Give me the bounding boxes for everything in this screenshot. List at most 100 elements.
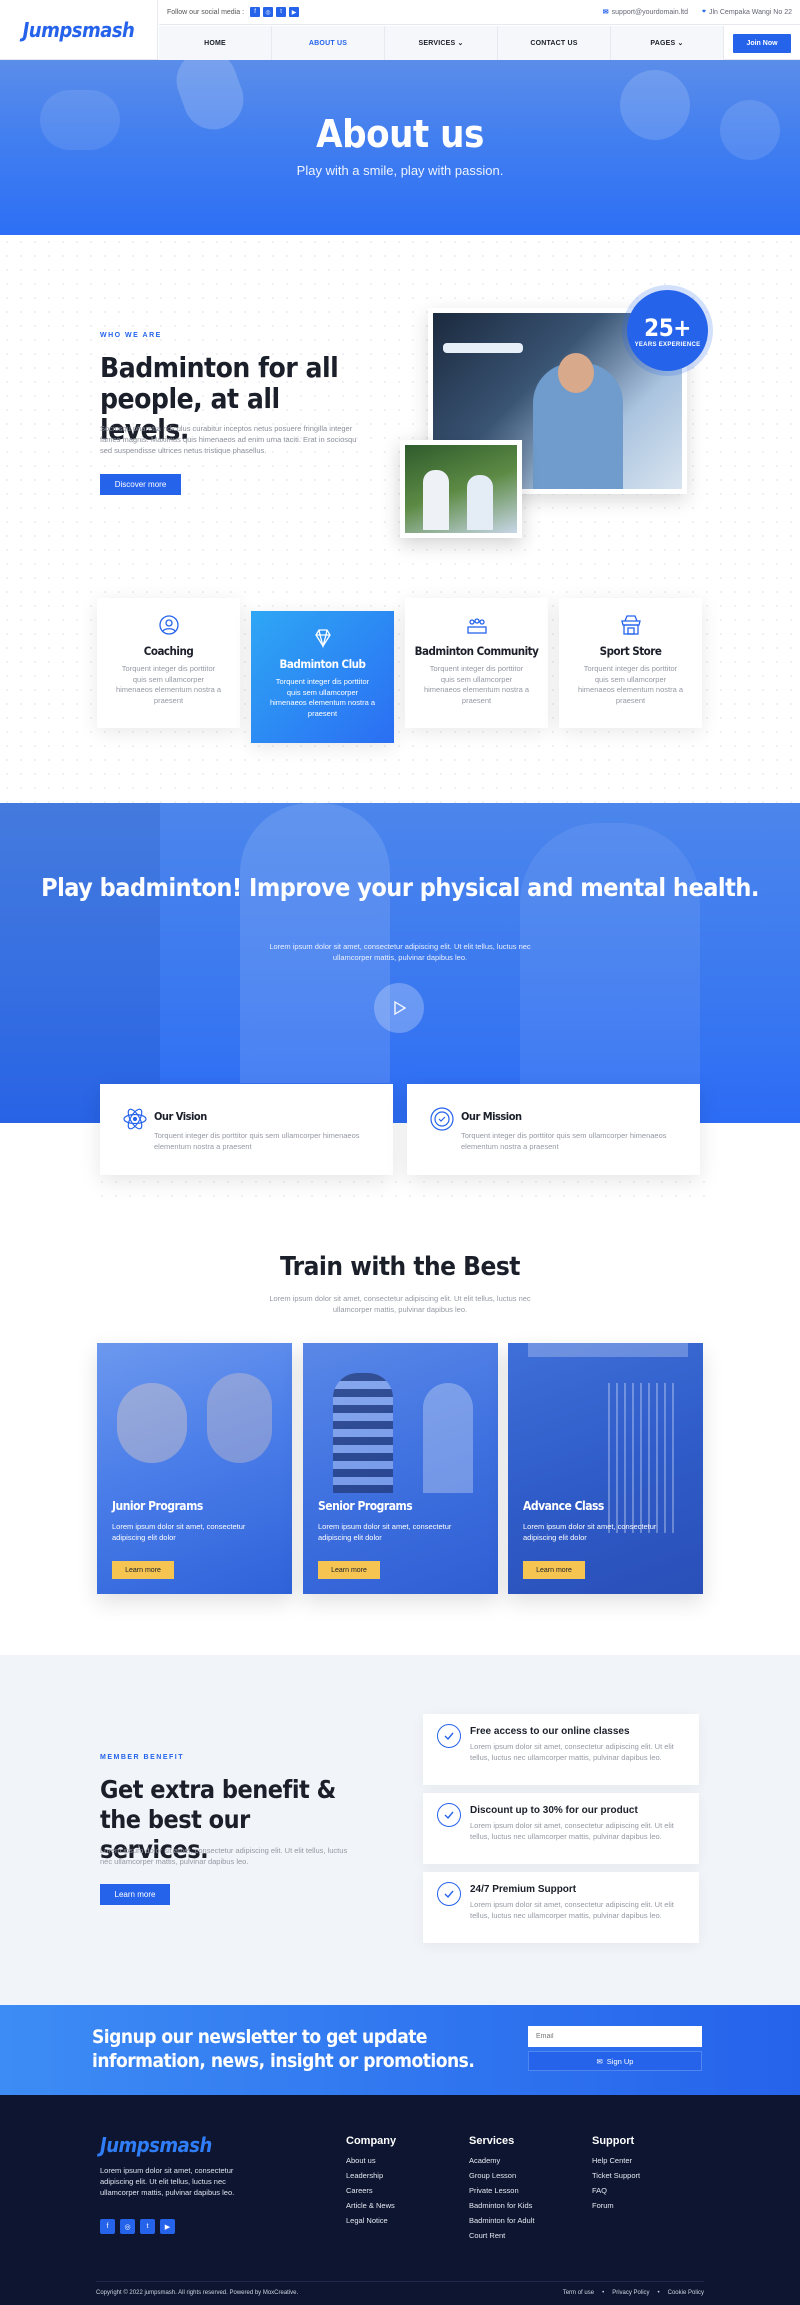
footer-link[interactable]: Help Center (592, 2156, 640, 2165)
footer-link[interactable]: Academy (469, 2156, 534, 2165)
feature-card-coaching[interactable]: Coaching Torquent integer dis porttitor … (97, 598, 240, 728)
column-title: Services (469, 2135, 515, 2147)
footer-link[interactable]: Leadership (346, 2171, 396, 2180)
program-text: Lorem ipsum dolor sit amet, consectetur … (318, 1522, 452, 1542)
video-text: Lorem ipsum dolor sit amet, consectetur … (269, 942, 531, 962)
map-pin-icon: ⌖ (702, 8, 706, 15)
program-card-senior[interactable]: Senior Programs Lorem ipsum dolor sit am… (303, 1343, 498, 1594)
benefit-title: Discount up to 30% for our product (470, 1805, 638, 1816)
site-header: Jumpsmash Follow our social media : f ◎ … (0, 0, 800, 60)
check-icon (437, 1882, 461, 1906)
envelope-icon: ✉ (596, 2056, 603, 2066)
footer-description: Lorem ipsum dolor sit amet, consectetur … (100, 2166, 235, 2197)
dotted-background (95, 1175, 705, 1205)
about-photo-small (400, 440, 522, 538)
youtube-icon[interactable]: ▶ (289, 7, 300, 17)
newsletter-section: Signup our newsletter to get update info… (0, 2005, 800, 2095)
play-button[interactable] (374, 983, 424, 1033)
privacy-policy-link[interactable]: Privacy Policy (612, 2290, 649, 2296)
learn-more-button[interactable]: Learn more (100, 1884, 170, 1905)
feature-card-club[interactable]: Badminton Club Torquent integer dis port… (251, 611, 394, 743)
footer-bottom-bar: Copyright © 2022 jumpsmash. All rights r… (96, 2281, 704, 2296)
footer-link[interactable]: Forum (592, 2201, 640, 2210)
benefit-item: Free access to our online classes Lorem … (423, 1714, 699, 1785)
diamond-icon (310, 625, 336, 651)
footer-link[interactable]: About us (346, 2156, 396, 2165)
footer-link[interactable]: Legal Notice (346, 2216, 396, 2225)
community-icon (464, 612, 490, 638)
nav-about-us[interactable]: ABOUT US (272, 26, 385, 60)
footer-link[interactable]: Badminton for Kids (469, 2201, 534, 2210)
program-card-advance[interactable]: Advance Class Lorem ipsum dolor sit amet… (508, 1343, 703, 1594)
twitter-icon[interactable]: t (140, 2219, 155, 2234)
instagram-icon[interactable]: ◎ (120, 2219, 135, 2234)
main-nav: HOME ABOUT US SERVICES ⌄ CONTACT US PAGE… (159, 26, 800, 60)
youtube-icon[interactable]: ▶ (160, 2219, 175, 2234)
learn-more-button[interactable]: Learn more (318, 1561, 380, 1579)
nav-services[interactable]: SERVICES ⌄ (385, 26, 498, 60)
facebook-icon[interactable]: f (100, 2219, 115, 2234)
footer-link[interactable]: Private Lesson (469, 2186, 534, 2195)
footer-services-column: Services Academy Group Lesson Private Le… (469, 2135, 534, 2246)
nav-services-label: SERVICES (418, 39, 456, 47)
email-input[interactable] (528, 2026, 702, 2047)
benefit-title: Free access to our online classes (470, 1726, 630, 1737)
nav-pages[interactable]: PAGES ⌄ (611, 26, 724, 60)
experience-badge: 25+ YEARS EXPERIENCE (627, 290, 708, 371)
mission-card: Our Mission Torquent integer dis porttit… (407, 1084, 700, 1175)
footer-link[interactable]: Ticket Support (592, 2171, 640, 2180)
footer-link[interactable]: FAQ (592, 2186, 640, 2195)
footer-link[interactable]: Careers (346, 2186, 396, 2195)
footer-logo[interactable]: Jumpsmash (100, 2133, 212, 2157)
store-icon (618, 612, 644, 638)
feature-card-store[interactable]: Sport Store Torquent integer dis porttit… (559, 598, 702, 728)
address-text: Jln Cempaka Wangi No 22 (708, 8, 792, 16)
term-of-use-link[interactable]: Term of use (563, 2290, 594, 2296)
feature-text: Torquent integer dis porttitor quis sem … (577, 664, 684, 705)
footer-social-links: f ◎ t ▶ (100, 2219, 175, 2234)
badge-number: 25+ (644, 313, 691, 342)
benefit-text: Lorem ipsum dolor sit amet, consectetur … (470, 1742, 674, 1762)
benefit-text: Lorem ipsum dolor sit amet, consectetur … (470, 1900, 674, 1920)
site-footer: Jumpsmash Lorem ipsum dolor sit amet, co… (0, 2095, 800, 2305)
program-text: Lorem ipsum dolor sit amet, consectetur … (523, 1522, 657, 1542)
benefit-text: Lorem ipsum dolor sit amet, consectetur … (470, 1821, 674, 1841)
benefit-item: 24/7 Premium Support Lorem ipsum dolor s… (423, 1872, 699, 1943)
email-text: support@yourdomain.ltd (611, 8, 689, 16)
follow-label: Follow our social media : (167, 8, 245, 16)
instagram-icon[interactable]: ◎ (263, 7, 274, 17)
footer-link[interactable]: Badminton for Adult (469, 2216, 534, 2225)
feature-text: Torquent integer dis porttitor quis sem … (115, 664, 222, 705)
check-icon (437, 1724, 461, 1748)
footer-link[interactable]: Article & News (346, 2201, 396, 2210)
twitter-icon[interactable]: t (276, 7, 287, 17)
badge-label: YEARS EXPERIENCE (634, 341, 701, 348)
logo-container[interactable]: Jumpsmash (0, 0, 158, 60)
mission-title: Our Mission (461, 1110, 522, 1123)
train-title: Train with the Best (280, 1252, 520, 1282)
program-title: Senior Programs (318, 1499, 413, 1513)
newsletter-title: Signup our newsletter to get update info… (92, 2026, 475, 2072)
feature-title: Badminton Club (279, 657, 366, 671)
footer-link[interactable]: Group Lesson (469, 2171, 534, 2180)
feature-card-community[interactable]: Badminton Community Torquent integer dis… (405, 598, 548, 728)
vision-card: Our Vision Torquent integer dis porttito… (100, 1084, 393, 1175)
page-title: About us (316, 112, 484, 156)
member-text: Lorem ipsum dolor sit amet, consectetur … (100, 1846, 348, 1866)
separator-dot: • (602, 2290, 605, 2296)
program-card-junior[interactable]: Junior Programs Lorem ipsum dolor sit am… (97, 1343, 292, 1594)
learn-more-button[interactable]: Learn more (523, 1561, 585, 1579)
sign-up-button[interactable]: ✉ Sign Up (528, 2051, 702, 2071)
logo[interactable]: Jumpsmash (23, 18, 135, 42)
learn-more-button[interactable]: Learn more (112, 1561, 174, 1579)
nav-home[interactable]: HOME (159, 26, 272, 60)
email-contact[interactable]: ✉ support@yourdomain.ltd (603, 8, 689, 17)
join-now-button[interactable]: Join Now (733, 33, 791, 53)
discover-more-button[interactable]: Discover more (100, 474, 181, 495)
nav-contact-us[interactable]: CONTACT US (498, 26, 611, 60)
facebook-icon[interactable]: f (250, 7, 261, 17)
nav-pages-label: PAGES (650, 39, 676, 47)
footer-link[interactable]: Court Rent (469, 2231, 534, 2240)
cookie-policy-link[interactable]: Cookie Policy (668, 2290, 704, 2296)
separator-dot: • (657, 2290, 660, 2296)
